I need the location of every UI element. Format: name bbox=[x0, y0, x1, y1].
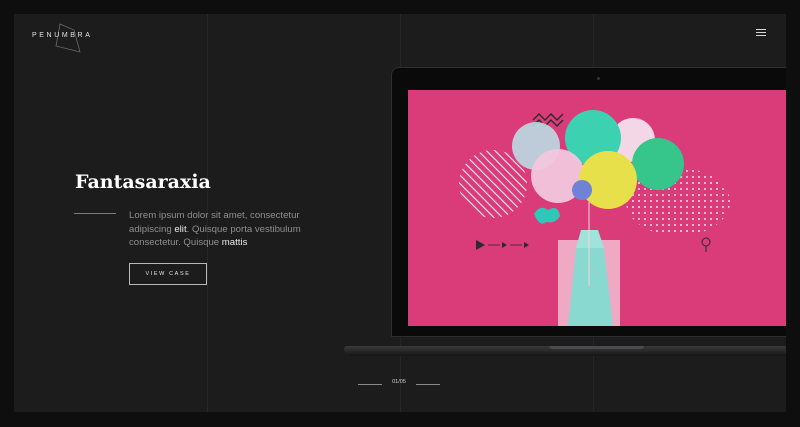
laptop-screen bbox=[408, 90, 786, 326]
brand-name: PENUMBRA bbox=[32, 32, 93, 39]
hamburger-menu-icon[interactable] bbox=[756, 27, 768, 39]
pager-rule-right bbox=[416, 384, 440, 385]
pager-counter: 01/05 bbox=[392, 379, 406, 385]
laptop-base bbox=[344, 346, 786, 356]
diamond-outline-icon bbox=[55, 23, 81, 53]
view-case-button[interactable]: VIEW CASE bbox=[129, 263, 207, 285]
case-description: Lorem ipsum dolor sit amet, consectetur … bbox=[129, 210, 301, 249]
balloon-illustration bbox=[408, 90, 786, 326]
camera-dot bbox=[597, 77, 600, 80]
laptop-mockup bbox=[391, 67, 786, 337]
page-frame: PENUMBRA Fantasaraxia Lorem ipsum dolor … bbox=[14, 14, 786, 412]
slide-pager: 01/05 bbox=[358, 379, 440, 389]
pager-rule-left bbox=[358, 384, 382, 385]
title-rule bbox=[74, 213, 116, 214]
case-title: Fantasaraxia bbox=[75, 171, 211, 193]
